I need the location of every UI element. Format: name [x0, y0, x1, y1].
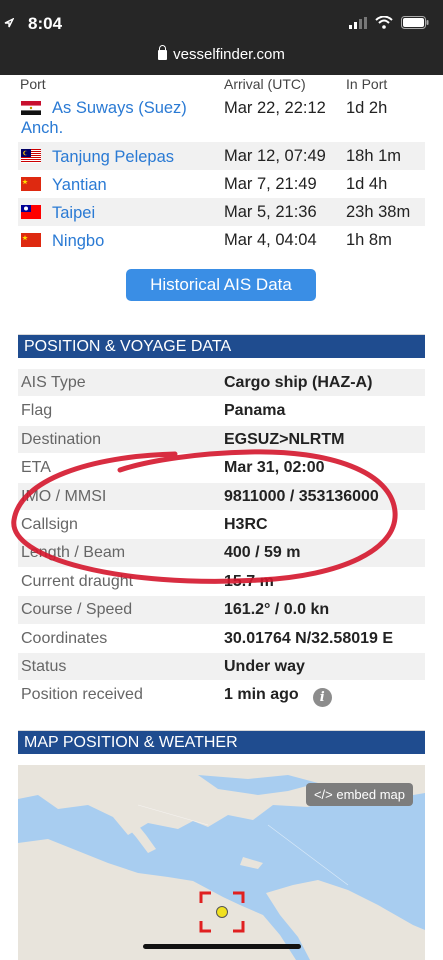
arrival-time: Mar 12, 07:49 [224, 147, 326, 165]
browser-top-bar: 8:04 vesselfinder.com [0, 0, 443, 75]
row-value: H3RC [224, 515, 268, 533]
row-label: Coordinates [21, 629, 108, 647]
port-link[interactable]: Yantian [52, 175, 222, 195]
map-weather-header: MAP POSITION & WEATHER [18, 730, 425, 754]
position-received-value: 1 min ago [224, 686, 299, 704]
data-row: Position received 1 min ago i [18, 681, 425, 710]
row-value: Panama [224, 402, 286, 420]
lock-icon [158, 45, 168, 60]
row-label: Status [21, 657, 67, 675]
voyage-data-table: AIS Type Cargo ship (HAZ-A) Flag Panama De… [18, 369, 425, 710]
row-value: 30.01764 N/32.58019 E [224, 629, 394, 647]
port-row: Yantian Mar 7, 21:49 1d 4h [18, 170, 425, 198]
row-label: Destination [21, 430, 102, 448]
data-row: Status Under way [18, 652, 425, 682]
data-row: Course / Speed 161.2° / 0.0 kn [18, 596, 425, 625]
row-value: 400 / 59 m [224, 544, 301, 562]
port-row: Tanjung Pelepas Mar 12, 07:49 18h 1m [18, 142, 425, 170]
data-row: ETA Mar 31, 02:00 [18, 454, 425, 483]
data-row: Callsign H3RC [18, 511, 425, 540]
status-time: 8:04 [28, 14, 63, 33]
col-port: Port [20, 76, 46, 92]
signal-icon [349, 16, 367, 29]
row-value: EGSUZ>NLRTM [224, 430, 345, 448]
in-port-duration: 18h 1m [346, 147, 402, 165]
port-link[interactable]: As Suways (Suez) Anch. [21, 98, 191, 138]
row-label: Position received [21, 686, 143, 704]
in-port-duration: 1h 8m [346, 231, 392, 249]
row-value: 161.2° / 0.0 kn [224, 601, 330, 619]
position-voyage-header: POSITION & VOYAGE DATA [18, 334, 425, 358]
data-row: Flag Panama [18, 397, 425, 426]
row-label: Flag [21, 402, 53, 420]
taiwan-flag-icon [21, 205, 41, 219]
in-port-duration: 23h 38m [346, 203, 411, 221]
home-indicator [143, 944, 301, 949]
in-port-duration: 1d 2h [346, 99, 388, 117]
data-row: AIS Type Cargo ship (HAZ-A) [18, 369, 425, 398]
port-row: As Suways (Suez) Anch. Mar 22, 22:12 1d … [18, 94, 425, 142]
data-row: Length / Beam 400 / 59 m [18, 539, 425, 568]
vessel-marker-icon[interactable] [199, 891, 245, 933]
row-value: 1 min ago i [224, 686, 332, 708]
arrival-time: Mar 7, 21:49 [224, 175, 317, 193]
url-bar[interactable]: vesselfinder.com [0, 45, 443, 63]
system-icons [4, 16, 429, 29]
row-value: 9811000 / 353136000 [224, 487, 379, 505]
row-label: Length / Beam [21, 544, 126, 562]
arrival-time: Mar 5, 21:36 [224, 203, 317, 221]
battery-icon [401, 16, 429, 29]
location-arrow-icon [4, 18, 14, 28]
port-link[interactable]: Taipei [52, 203, 222, 223]
embed-map-button[interactable]: </> embed map [305, 783, 413, 806]
url-text: vesselfinder.com [173, 46, 285, 63]
data-row: IMO / MMSI 9811000 / 353136000 [18, 482, 425, 511]
row-value: Under way [224, 657, 305, 675]
arrival-time: Mar 22, 22:12 [224, 99, 326, 117]
data-row: Current draught 15.7 m [18, 568, 425, 597]
china-flag-icon [21, 177, 41, 191]
port-link[interactable]: Tanjung Pelepas [52, 147, 222, 167]
malaysia-flag-icon [21, 149, 41, 163]
row-label: Callsign [21, 515, 78, 533]
port-table: As Suways (Suez) Anch. Mar 22, 22:12 1d … [18, 94, 425, 254]
col-arrival: Arrival (UTC) [224, 76, 306, 92]
row-value: Mar 31, 02:00 [224, 459, 325, 477]
wifi-icon [375, 16, 393, 29]
data-row: Destination EGSUZ>NLRTM [18, 425, 425, 455]
row-label: Course / Speed [21, 601, 133, 619]
vessel-position-map[interactable]: </> embed map [18, 765, 425, 960]
historical-ais-data-button[interactable]: Historical AIS Data [126, 269, 316, 301]
port-table-header: Port Arrival (UTC) In Port [20, 76, 425, 93]
row-value: Cargo ship (HAZ-A) [224, 374, 373, 391]
arrival-time: Mar 4, 04:04 [224, 231, 317, 249]
row-label: ETA [21, 459, 51, 477]
row-label: AIS Type [21, 374, 86, 391]
china-flag-icon [21, 233, 41, 247]
port-link[interactable]: Ningbo [52, 231, 222, 251]
info-icon[interactable]: i [312, 688, 332, 708]
port-row: Ningbo Mar 4, 04:04 1h 8m [18, 226, 425, 254]
data-row: Coordinates 30.01764 N/32.58019 E [18, 625, 425, 653]
port-row: Taipei Mar 5, 21:36 23h 38m [18, 198, 425, 226]
row-label: Current draught [21, 572, 134, 590]
row-value: 15.7 m [224, 572, 274, 590]
row-label: IMO / MMSI [21, 487, 107, 505]
col-in-port: In Port [346, 76, 388, 92]
in-port-duration: 1d 4h [346, 175, 388, 193]
